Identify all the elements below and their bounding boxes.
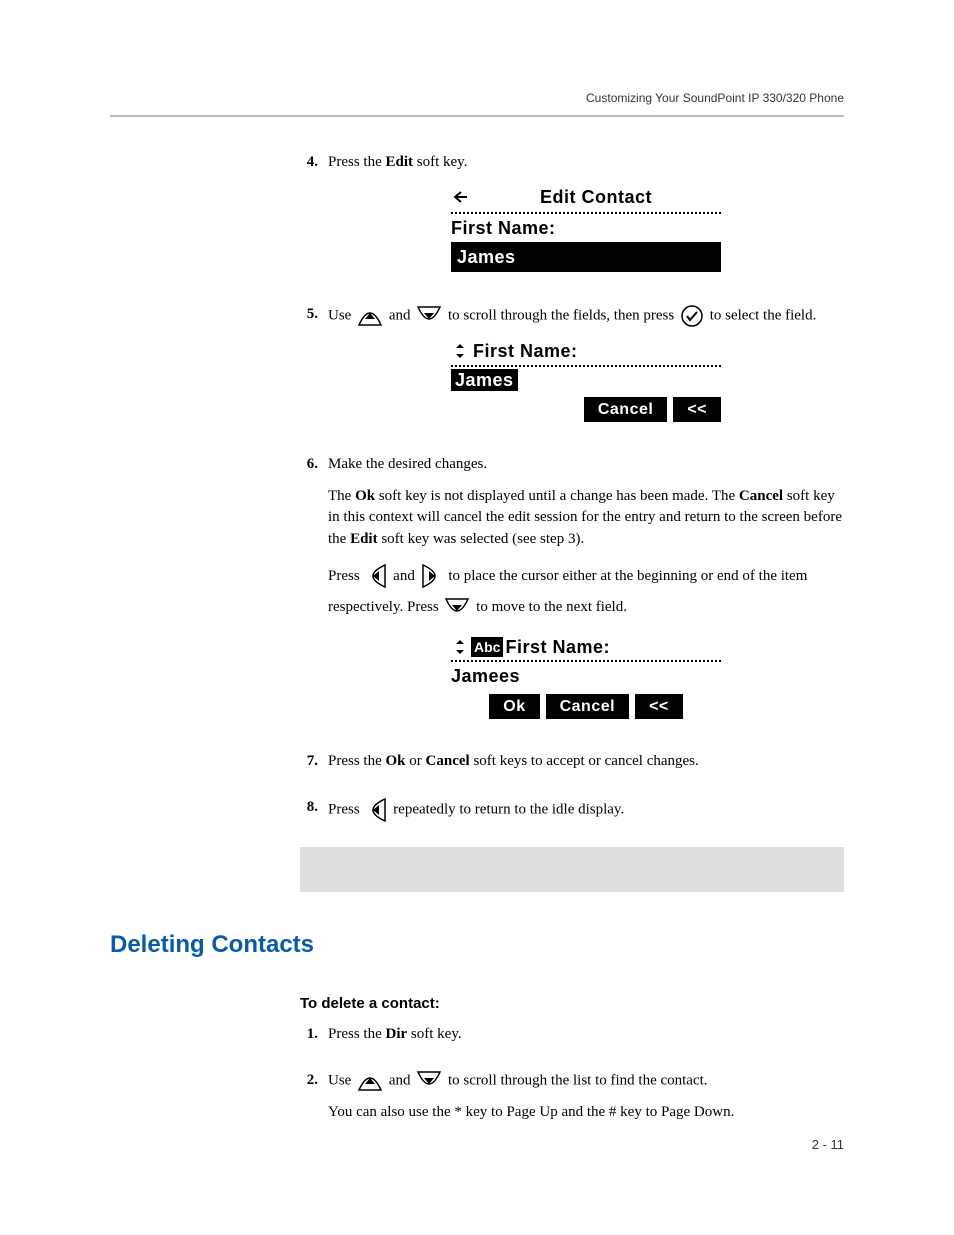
delete-subheading: To delete a contact: bbox=[300, 993, 844, 1015]
delete-step-2-line2: You can also use the * key to Page Up an… bbox=[328, 1102, 844, 1124]
step-number: 8. bbox=[300, 797, 328, 833]
lcd-title-row: First Name: bbox=[451, 338, 721, 366]
step-number: 2. bbox=[300, 1070, 328, 1134]
step-6-line1: Make the desired changes. bbox=[328, 454, 844, 476]
step-body: Press repeatedly to return to the idle d… bbox=[328, 797, 844, 833]
nav-down-icon bbox=[416, 1070, 442, 1092]
lcd-title-row: Edit Contact bbox=[451, 184, 721, 214]
softkey-cancel: Cancel bbox=[584, 397, 667, 422]
step-5-text: Use and to scroll through the fields, th… bbox=[328, 304, 844, 328]
softkey-cancel: Cancel bbox=[546, 694, 629, 719]
step-body: Use and to scroll through the list to fi… bbox=[328, 1070, 844, 1134]
lcd-firstname-edit: First Name: James Cancel << bbox=[451, 338, 721, 421]
lcd-field-label: First Name: bbox=[451, 214, 721, 242]
nav-down-icon bbox=[416, 305, 442, 327]
section-deleting-contacts: Deleting Contacts bbox=[110, 928, 844, 963]
lcd-field-value: James bbox=[451, 242, 721, 272]
step-body: Make the desired changes. The Ok soft ke… bbox=[328, 454, 844, 737]
step-7: 7. Press the Ok or Cancel soft keys to a… bbox=[300, 751, 844, 783]
back-arrow-icon bbox=[453, 190, 469, 204]
softkey-backspace: << bbox=[673, 397, 721, 422]
updown-arrows-icon bbox=[453, 343, 467, 359]
step-6-p3: Press and to place the cursor either at … bbox=[328, 561, 844, 624]
step-4: 4. Press the Edit soft key. Edit Contact… bbox=[300, 152, 844, 290]
step-5: 5. Use and to scroll through the fields,… bbox=[300, 304, 844, 439]
step-body: Use and to scroll through the fields, th… bbox=[328, 304, 844, 439]
updown-arrows-icon bbox=[453, 639, 467, 655]
step-number: 4. bbox=[300, 152, 328, 290]
step-6: 6. Make the desired changes. The Ok soft… bbox=[300, 454, 844, 737]
input-mode-badge: Abc bbox=[471, 637, 503, 657]
lcd-field-label: First Name: bbox=[473, 338, 578, 364]
delete-step-2-text: Use and to scroll through the list to fi… bbox=[328, 1070, 844, 1092]
lcd-softkeys: Cancel << bbox=[451, 397, 721, 422]
lcd-title-row: Abc First Name: bbox=[451, 634, 721, 662]
lcd-value-row: James bbox=[451, 367, 721, 393]
lcd-edit-contact: Edit Contact First Name: James bbox=[451, 184, 721, 272]
select-check-icon bbox=[680, 304, 704, 328]
nav-up-icon bbox=[357, 305, 383, 327]
step-body: Press the Ok or Cancel soft keys to acce… bbox=[328, 751, 844, 783]
note-band bbox=[300, 847, 844, 892]
step-number: 7. bbox=[300, 751, 328, 783]
nav-left-icon bbox=[365, 797, 387, 823]
nav-down-icon bbox=[444, 597, 470, 619]
step-4-text: Press the Edit soft key. bbox=[328, 152, 844, 174]
lcd-firstname-changed: Abc First Name: Jamees Ok Cancel << bbox=[451, 634, 721, 719]
header-text: Customizing Your SoundPoint IP 330/320 P… bbox=[586, 91, 844, 105]
step-number: 6. bbox=[300, 454, 328, 737]
step-8: 8. Press repeatedly to return to the idl… bbox=[300, 797, 844, 833]
lcd-field-value: Jamees bbox=[451, 662, 721, 690]
nav-left-icon bbox=[365, 563, 387, 589]
delete-content: To delete a contact: 1. Press the Dir so… bbox=[300, 993, 844, 1134]
lcd-field-value: James bbox=[451, 369, 518, 391]
step-body: Press the Dir soft key. bbox=[328, 1024, 844, 1056]
step-8-text: Press repeatedly to return to the idle d… bbox=[328, 797, 844, 823]
step-7-text: Press the Ok or Cancel soft keys to acce… bbox=[328, 751, 844, 773]
delete-step-1-text: Press the Dir soft key. bbox=[328, 1024, 844, 1046]
page-header: Customizing Your SoundPoint IP 330/320 P… bbox=[110, 90, 844, 117]
softkey-backspace: << bbox=[635, 694, 683, 719]
step-body: Press the Edit soft key. Edit Contact Fi… bbox=[328, 152, 844, 290]
lcd-field-label: First Name: bbox=[505, 634, 610, 660]
lcd-softkeys: Ok Cancel << bbox=[451, 694, 721, 719]
nav-up-icon bbox=[357, 1070, 383, 1092]
lcd-title-text: Edit Contact bbox=[540, 184, 652, 210]
delete-step-1: 1. Press the Dir soft key. bbox=[300, 1024, 844, 1056]
step-6-p2: The Ok soft key is not displayed until a… bbox=[328, 486, 844, 551]
page-number: 2 - 11 bbox=[812, 1136, 844, 1155]
delete-step-2: 2. Use and to scroll through the list to… bbox=[300, 1070, 844, 1134]
nav-right-icon bbox=[421, 563, 443, 589]
main-content: 4. Press the Edit soft key. Edit Contact… bbox=[300, 152, 844, 892]
step-number: 1. bbox=[300, 1024, 328, 1056]
step-number: 5. bbox=[300, 304, 328, 439]
softkey-ok: Ok bbox=[489, 694, 539, 719]
